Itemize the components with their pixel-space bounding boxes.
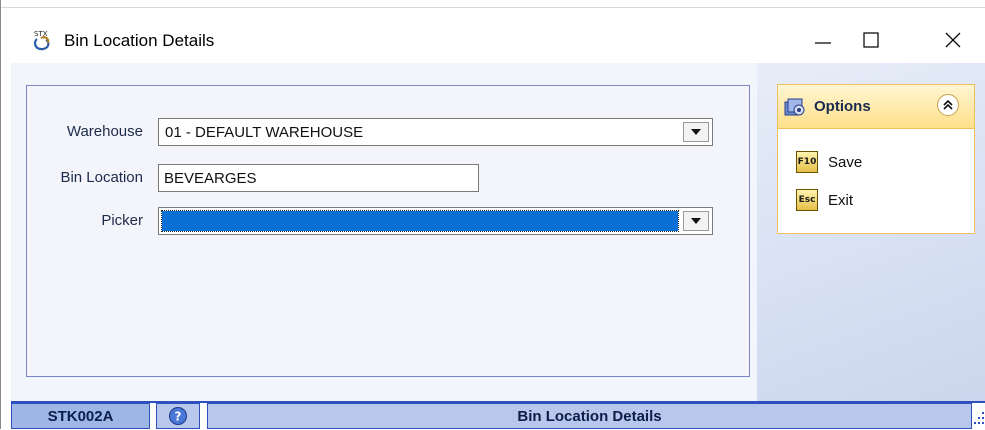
picker-dropdown-button[interactable]: [683, 211, 709, 231]
svg-text:?: ?: [175, 410, 182, 424]
close-button[interactable]: [933, 23, 973, 57]
f10-key-icon: F10: [796, 151, 818, 173]
save-option[interactable]: F10 Save: [796, 151, 862, 173]
resize-grip-icon[interactable]: [973, 409, 985, 425]
options-title: Options: [814, 98, 871, 115]
help-button[interactable]: ?: [156, 403, 200, 429]
warehouse-label: Warehouse: [66, 123, 143, 140]
window-title: Bin Location Details: [64, 31, 215, 50]
esc-key-icon: Esc: [796, 189, 818, 211]
maximize-button[interactable]: [851, 23, 891, 57]
window-top-edge: [1, 0, 985, 8]
status-title: Bin Location Details: [207, 403, 972, 429]
warehouse-dropdown-button[interactable]: [683, 122, 709, 142]
maximize-icon: [863, 32, 879, 48]
double-chevron-up-icon: [943, 100, 953, 110]
picker-label: Picker: [101, 212, 143, 229]
minimize-icon: [815, 42, 831, 44]
title-bar[interactable]: STX Bin Location Details: [1, 8, 985, 63]
warehouse-dropdown[interactable]: 01 - DEFAULT WAREHOUSE: [158, 118, 713, 146]
main-panel: Warehouse 01 - DEFAULT WAREHOUSE Bin Loc…: [11, 63, 757, 401]
collapse-options-button[interactable]: [937, 94, 959, 116]
picker-selected-value: [161, 210, 679, 232]
chevron-down-icon: [691, 129, 701, 135]
dialog-window: STX Bin Location Details Warehouse 01 - …: [0, 0, 985, 429]
warehouse-value: 01 - DEFAULT WAREHOUSE: [165, 124, 364, 141]
chevron-down-icon: [691, 218, 701, 224]
screen-code: STK002A: [11, 403, 150, 429]
picker-dropdown[interactable]: [158, 207, 713, 235]
exit-option[interactable]: Esc Exit: [796, 189, 853, 211]
status-bar: STK002A ? Bin Location Details: [11, 401, 985, 429]
options-side-panel: Options F10 Save Esc Exit: [757, 63, 985, 401]
options-gear-icon: [784, 97, 806, 117]
options-box: Options F10 Save Esc Exit: [777, 84, 975, 234]
details-group-box: Warehouse 01 - DEFAULT WAREHOUSE Bin Loc…: [26, 85, 750, 377]
options-header[interactable]: Options: [778, 85, 974, 129]
stx-app-icon: STX: [31, 28, 55, 52]
dialog-client-area: Warehouse 01 - DEFAULT WAREHOUSE Bin Loc…: [11, 63, 985, 401]
minimize-button[interactable]: [803, 23, 843, 57]
save-label: Save: [828, 153, 863, 171]
bin-location-value: BEVEARGES: [164, 170, 257, 187]
help-icon: ?: [169, 407, 187, 425]
bin-location-label: Bin Location: [60, 169, 143, 186]
exit-label: Exit: [828, 191, 854, 209]
close-icon: [945, 32, 961, 48]
bin-location-input[interactable]: BEVEARGES: [158, 164, 479, 192]
